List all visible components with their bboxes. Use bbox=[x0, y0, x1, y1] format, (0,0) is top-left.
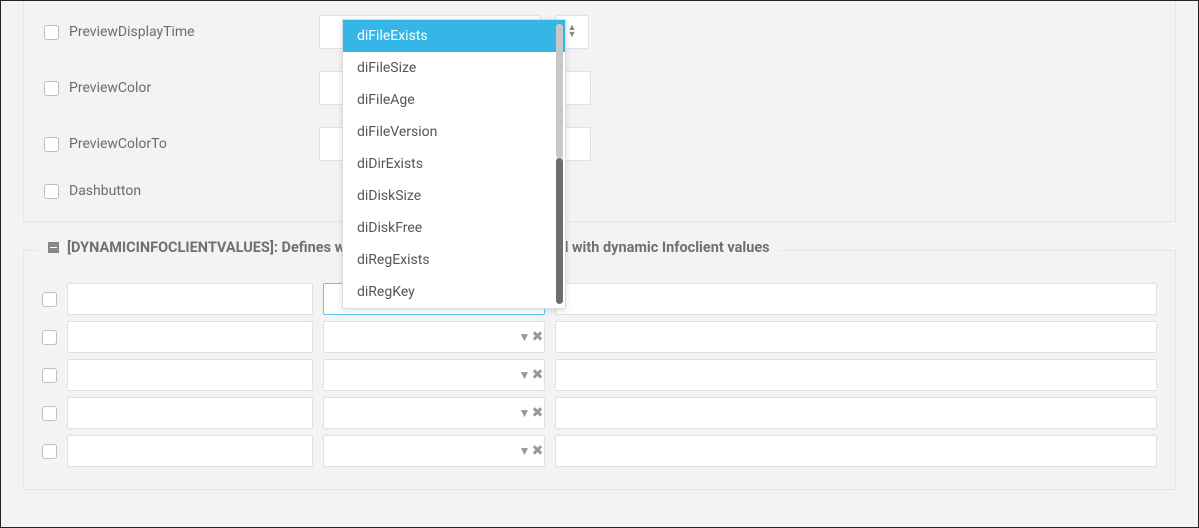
row-value-input[interactable] bbox=[555, 359, 1157, 391]
checkbox-preview-color[interactable] bbox=[44, 81, 59, 96]
label-preview-color-to: PreviewColorTo bbox=[69, 136, 309, 152]
top-panel: PreviewDisplayTime ▲ ▼ PreviewColor Prev… bbox=[23, 1, 1176, 222]
row-key-input[interactable] bbox=[67, 359, 313, 391]
row-preview-color: PreviewColor bbox=[44, 71, 1155, 105]
row-type-combo[interactable]: ▼✖ bbox=[323, 321, 545, 353]
dropdown-list[interactable]: diFileExistsdiFileSizediFileAgediFileVer… bbox=[342, 19, 566, 309]
table-row: ▼✖ bbox=[42, 397, 1157, 429]
dropdown-item[interactable]: diDirExists bbox=[343, 148, 565, 180]
table-row: ▼✖ bbox=[42, 321, 1157, 353]
row-key-input[interactable] bbox=[67, 435, 313, 467]
scrollbar-track[interactable] bbox=[556, 24, 563, 304]
dropdown-item[interactable]: diRegExists bbox=[343, 244, 565, 276]
dropdown-item[interactable]: diDiskFree bbox=[343, 212, 565, 244]
dropdown-item[interactable]: diFileAge bbox=[343, 84, 565, 116]
row-dashbutton: Dashbutton bbox=[44, 183, 1155, 199]
clear-icon[interactable]: ✖ bbox=[531, 405, 544, 421]
chevron-down-icon[interactable]: ▼ bbox=[518, 406, 531, 420]
chevron-down-icon[interactable]: ▼ bbox=[518, 444, 531, 458]
dropdown-item[interactable]: diFileSize bbox=[343, 52, 565, 84]
scrollbar-thumb-lower bbox=[556, 158, 563, 304]
row-value-input[interactable] bbox=[555, 435, 1157, 467]
row-key-input[interactable] bbox=[67, 321, 313, 353]
page-container: PreviewDisplayTime ▲ ▼ PreviewColor Prev… bbox=[1, 1, 1198, 527]
row-checkbox[interactable] bbox=[42, 330, 57, 345]
chevron-down-icon[interactable]: ▼ bbox=[518, 330, 531, 344]
table-row: ▼✖ bbox=[42, 435, 1157, 467]
clear-icon[interactable]: ✖ bbox=[531, 367, 544, 383]
row-key-input[interactable] bbox=[67, 283, 313, 315]
row-preview-color-to: PreviewColorTo bbox=[44, 127, 1155, 161]
row-checkbox[interactable] bbox=[42, 406, 57, 421]
combo-input[interactable] bbox=[324, 443, 518, 459]
clear-icon[interactable]: ✖ bbox=[531, 329, 544, 345]
label-preview-color: PreviewColor bbox=[69, 80, 309, 96]
combo-input[interactable] bbox=[324, 367, 518, 383]
dropdown-item[interactable]: diFileVersion bbox=[343, 116, 565, 148]
row-checkbox[interactable] bbox=[42, 292, 57, 307]
row-value-input[interactable] bbox=[555, 321, 1157, 353]
row-preview-display-time: PreviewDisplayTime ▲ ▼ bbox=[44, 15, 1155, 49]
chevron-down-icon[interactable]: ▼ bbox=[518, 368, 531, 382]
combo-input[interactable] bbox=[324, 329, 518, 345]
label-preview-display-time: PreviewDisplayTime bbox=[69, 24, 309, 40]
dropdown-item[interactable]: diDiskSize bbox=[343, 180, 565, 212]
combo-input[interactable] bbox=[324, 405, 518, 421]
dynamic-info-group: [DYNAMICINFOCLIENTVALUES]: Defines which… bbox=[23, 250, 1176, 490]
row-type-combo[interactable]: ▼✖ bbox=[323, 397, 545, 429]
row-value-input[interactable] bbox=[555, 397, 1157, 429]
row-checkbox[interactable] bbox=[42, 368, 57, 383]
dropdown-scroll: diFileExistsdiFileSizediFileAgediFileVer… bbox=[343, 20, 565, 308]
dropdown-item[interactable]: diRegKey bbox=[343, 276, 565, 308]
chevron-down-icon: ▼ bbox=[568, 32, 577, 39]
grid-rows-container: ▼✖▼✖▼✖▼✖▼✖ bbox=[42, 283, 1157, 467]
checkbox-dashbutton[interactable] bbox=[44, 184, 59, 199]
row-type-combo[interactable]: ▼✖ bbox=[323, 359, 545, 391]
scrollbar-thumb-upper bbox=[556, 24, 563, 158]
row-checkbox[interactable] bbox=[42, 444, 57, 459]
dropdown-item[interactable]: diFileExists bbox=[343, 20, 565, 52]
label-dashbutton: Dashbutton bbox=[69, 183, 309, 199]
collapse-icon bbox=[48, 242, 59, 253]
clear-icon[interactable]: ✖ bbox=[531, 443, 544, 459]
row-key-input[interactable] bbox=[67, 397, 313, 429]
checkbox-preview-color-to[interactable] bbox=[44, 137, 59, 152]
table-row: ▼✖ bbox=[42, 359, 1157, 391]
table-row: ▼✖ bbox=[42, 283, 1157, 315]
checkbox-preview-display-time[interactable] bbox=[44, 25, 59, 40]
row-type-combo[interactable]: ▼✖ bbox=[323, 435, 545, 467]
row-value-input[interactable] bbox=[555, 283, 1157, 315]
